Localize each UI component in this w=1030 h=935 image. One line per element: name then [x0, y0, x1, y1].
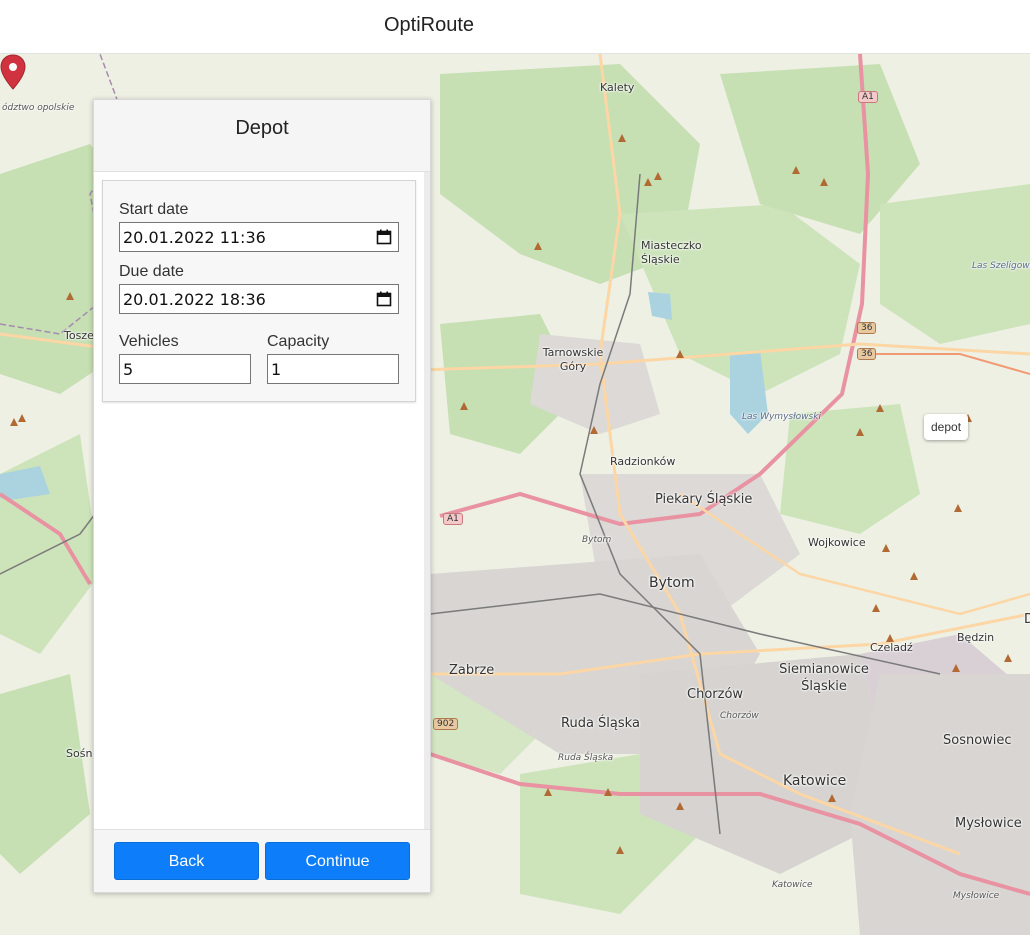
road-shield-902: 902 — [433, 718, 459, 730]
map-label-las-wymyslowski: Las Wymysłowski — [742, 412, 821, 422]
scrollbar[interactable] — [424, 172, 430, 829]
continue-button[interactable]: Continue — [265, 842, 410, 880]
top-bar: OptiRoute — [0, 0, 1030, 54]
map-italic-label-ruda: Ruda Śląska — [558, 753, 614, 763]
due-date-value: 20.01.2022 18:36 — [123, 290, 266, 309]
back-button[interactable]: Back — [114, 842, 259, 880]
app-title: OptiRoute — [384, 14, 475, 36]
start-date-label: Start date — [119, 201, 189, 218]
map-label-sosnowiec: Sosnowiec — [943, 733, 1012, 748]
capacity-input[interactable]: 1 — [267, 354, 399, 384]
due-date-label: Due date — [119, 263, 184, 280]
panel-footer: Back Continue — [94, 829, 430, 892]
capacity-value: 1 — [271, 360, 282, 379]
map-label-czeladz: Czeladź — [870, 641, 913, 654]
depot-panel: Depot Start date 20.01.2022 11:36 Due da… — [93, 99, 431, 893]
map-label-bytom: Bytom — [649, 575, 695, 591]
road-shield-a1: A1 — [443, 513, 463, 525]
road-shield-36: 36 — [857, 348, 877, 360]
map-label-bedzin: Będzin — [957, 631, 995, 644]
map-label-sosni: Sośni — [66, 747, 96, 760]
map-italic-label-chorzow: Chorzów — [720, 711, 759, 721]
map-label-myslowice: Mysłowice — [955, 816, 1022, 831]
map-edge-label: D — [1024, 612, 1030, 627]
start-date-input[interactable]: 20.01.2022 11:36 — [119, 222, 399, 252]
marker-tooltip: depot — [924, 414, 969, 440]
depot-form: Start date 20.01.2022 11:36 Due date 20.… — [102, 180, 416, 402]
vehicles-label: Vehicles — [119, 333, 179, 350]
map-italic-label-katowice: Katowice — [772, 880, 813, 890]
map-label-piekary: Piekary Śląskie — [655, 492, 753, 507]
panel-header: Depot — [94, 100, 430, 172]
map-label-kalety: Kalety — [600, 81, 635, 94]
due-date-input[interactable]: 20.01.2022 18:36 — [119, 284, 399, 314]
map-label-tosze: Tosze — [64, 329, 94, 342]
road-shield-a1: A1 — [858, 91, 878, 103]
start-date-value: 20.01.2022 11:36 — [123, 228, 266, 247]
map-label-siemianowice: Siemianowice Śląskie — [779, 662, 869, 694]
map-label-chorzow: Chorzów — [687, 687, 744, 702]
panel-body: Start date 20.01.2022 11:36 Due date 20.… — [94, 172, 430, 829]
map-label-ruda-slaska: Ruda Śląska — [561, 716, 640, 731]
map-label-wojkowice: Wojkowice — [808, 536, 866, 549]
vehicles-value: 5 — [123, 360, 134, 379]
map-label-miasteczko: Miasteczko Śląskie — [641, 239, 702, 266]
map-label-katowice: Katowice — [783, 773, 847, 789]
map-italic-label-myslowice: Mysłowice — [953, 891, 1000, 901]
map-region-label: ództwo opolskie — [2, 103, 75, 113]
map-label-tarnowskie-gory: Tarnowskie Góry — [542, 346, 604, 373]
calendar-icon[interactable] — [376, 229, 392, 245]
map-label-las-szeligowi: Las Szeligowi — [972, 261, 1030, 271]
calendar-icon[interactable] — [376, 291, 392, 307]
road-shield-36: 36 — [857, 322, 877, 334]
map-italic-label-bytom: Bytom — [582, 535, 612, 545]
capacity-label: Capacity — [267, 333, 330, 350]
vehicles-input[interactable]: 5 — [119, 354, 251, 384]
map-pin-icon[interactable] — [0, 54, 26, 90]
map-label-radzionkow: Radzionków — [610, 455, 676, 468]
panel-title: Depot — [235, 117, 289, 139]
map-label-zabrze: Zabrze — [449, 663, 495, 678]
